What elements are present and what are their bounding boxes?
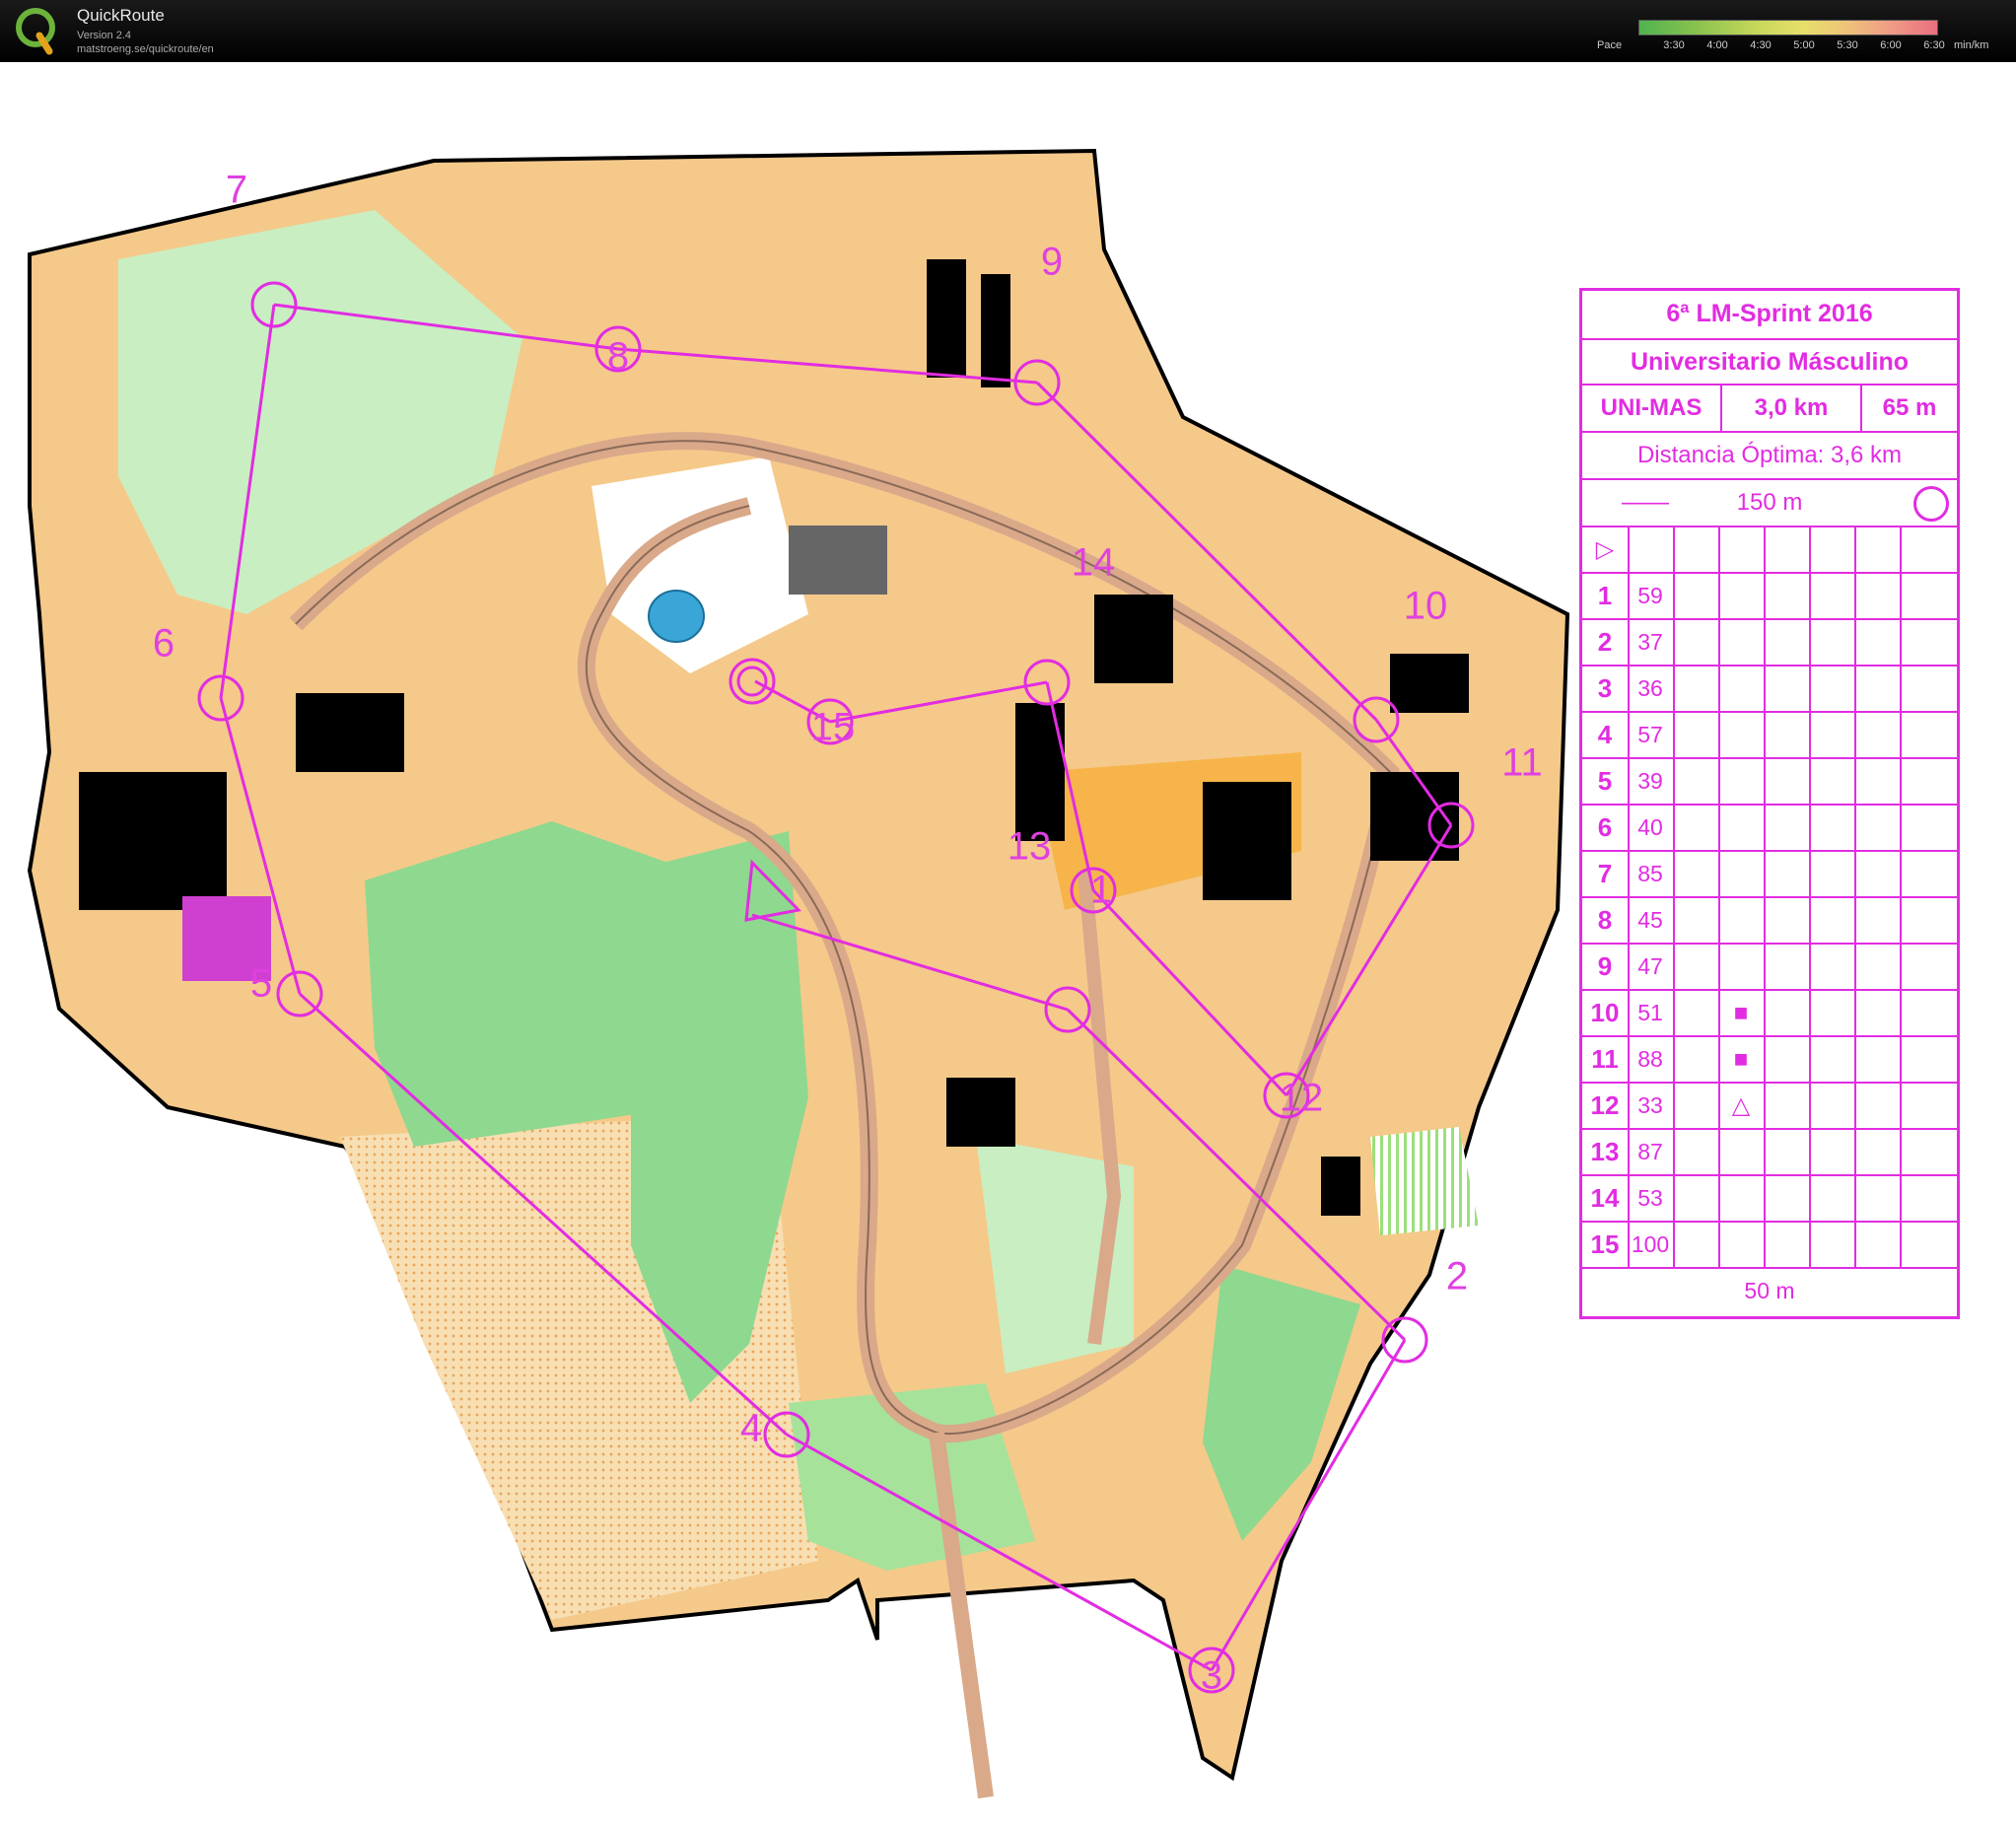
pace-unit: min/km bbox=[1954, 39, 1989, 51]
app-name: QuickRoute bbox=[77, 6, 165, 25]
course-title: 6ª LM-Sprint 2016 bbox=[1666, 300, 1873, 327]
control-code: 33 bbox=[1637, 1092, 1663, 1118]
pace-tick: 4:30 bbox=[1750, 39, 1772, 51]
control-number: 13 bbox=[1590, 1137, 1620, 1166]
course-class: Universitario Másculino bbox=[1582, 338, 1957, 384]
control-code: 85 bbox=[1637, 861, 1663, 886]
optimal-distance: Distancia Óptima: 3,6 km bbox=[1582, 431, 1957, 478]
pace-ticks: 3:30 4:00 4:30 5:00 5:30 6:00 6:30 bbox=[1638, 39, 1944, 53]
control-number: 12 bbox=[1590, 1090, 1620, 1120]
pace-tick: 4:00 bbox=[1706, 39, 1728, 51]
control-code: 47 bbox=[1637, 953, 1663, 979]
title-bar: QuickRoute Version 2.4 matstroeng.se/qui… bbox=[0, 0, 2016, 62]
control-code: 40 bbox=[1637, 814, 1663, 840]
control-label-9: 9 bbox=[1040, 240, 1064, 284]
control-code: 39 bbox=[1637, 768, 1663, 794]
control-label-1: 1 bbox=[1089, 868, 1113, 912]
control-label-8: 8 bbox=[606, 334, 630, 379]
start-triangle-icon: ▷ bbox=[1595, 536, 1615, 563]
finish-marker-distance: 50 m bbox=[1744, 1278, 1795, 1303]
control-code: 57 bbox=[1637, 722, 1663, 747]
pace-label: Pace bbox=[1597, 39, 1623, 51]
app-url: matstroeng.se/quickroute/en bbox=[77, 43, 214, 55]
pond bbox=[648, 590, 705, 643]
control-number: 15 bbox=[1590, 1229, 1620, 1259]
pace-tick: 5:30 bbox=[1837, 39, 1858, 51]
control-label-5: 5 bbox=[249, 961, 273, 1006]
pace-tick: 5:00 bbox=[1793, 39, 1815, 51]
control-number: 8 bbox=[1597, 905, 1613, 935]
control-code: 36 bbox=[1637, 675, 1663, 701]
control-code: 53 bbox=[1637, 1185, 1663, 1211]
control-code: 100 bbox=[1631, 1231, 1670, 1257]
finish-circle-icon bbox=[1913, 486, 1949, 522]
control-label-6: 6 bbox=[152, 621, 175, 666]
control-number: 7 bbox=[1597, 859, 1613, 888]
control-number: 9 bbox=[1597, 951, 1613, 981]
pace-color-scale bbox=[1638, 20, 1938, 35]
quickroute-logo-icon bbox=[16, 8, 55, 55]
control-label-3: 3 bbox=[1200, 1653, 1223, 1698]
control-label-2: 2 bbox=[1445, 1254, 1469, 1299]
control-number: 1 bbox=[1597, 581, 1613, 610]
control-code: 37 bbox=[1637, 629, 1663, 655]
control-label-13: 13 bbox=[1007, 824, 1052, 869]
pace-tick: 6:00 bbox=[1880, 39, 1902, 51]
control-number: 3 bbox=[1597, 673, 1613, 703]
control-number: 10 bbox=[1590, 998, 1620, 1027]
control-label-12: 12 bbox=[1279, 1076, 1324, 1120]
start-marker-distance: 150 m bbox=[1736, 489, 1803, 516]
building-square-icon: ■ bbox=[1733, 1046, 1749, 1073]
orienteering-map[interactable]: 1 2 3 4 5 6 7 8 9 10 11 12 13 14 15 6ª L… bbox=[0, 62, 2016, 1825]
control-label-11: 11 bbox=[1501, 740, 1543, 785]
app-version: Version 2.4 bbox=[77, 30, 132, 41]
course-code: UNI-MAS bbox=[1600, 394, 1703, 421]
control-label-7: 7 bbox=[225, 168, 248, 212]
dash-icon: —— bbox=[1622, 489, 1669, 516]
course-meta: UNI-MAS 3,0 km 65 m bbox=[1582, 384, 1957, 431]
control-code: 45 bbox=[1637, 907, 1663, 933]
control-code: 59 bbox=[1637, 583, 1663, 608]
control-label-4: 4 bbox=[739, 1406, 763, 1450]
tree-icon: △ bbox=[1731, 1092, 1751, 1119]
control-label-10: 10 bbox=[1403, 584, 1448, 628]
pace-tick: 3:30 bbox=[1663, 39, 1685, 51]
control-description-sheet: 6ª LM-Sprint 2016 Universitario Másculin… bbox=[1579, 288, 1960, 1319]
control-code: 87 bbox=[1637, 1139, 1663, 1164]
control-code: 88 bbox=[1637, 1046, 1663, 1072]
control-number: 4 bbox=[1597, 720, 1613, 749]
course-length: 3,0 km bbox=[1754, 394, 1829, 421]
control-number: 2 bbox=[1597, 627, 1613, 657]
pace-tick: 6:30 bbox=[1923, 39, 1945, 51]
control-number: 6 bbox=[1597, 812, 1613, 842]
finish-row: 50 m bbox=[1582, 1267, 1957, 1313]
control-number: 14 bbox=[1590, 1183, 1620, 1213]
course-climb: 65 m bbox=[1882, 394, 1937, 421]
start-marking-row: —— 150 m bbox=[1582, 478, 1957, 526]
building-square-icon: ■ bbox=[1733, 1000, 1749, 1026]
control-label-15: 15 bbox=[810, 705, 856, 749]
control-code: 51 bbox=[1637, 1000, 1663, 1025]
control-number: 11 bbox=[1591, 1044, 1619, 1074]
control-number: 5 bbox=[1597, 766, 1613, 796]
control-label-14: 14 bbox=[1071, 540, 1116, 585]
